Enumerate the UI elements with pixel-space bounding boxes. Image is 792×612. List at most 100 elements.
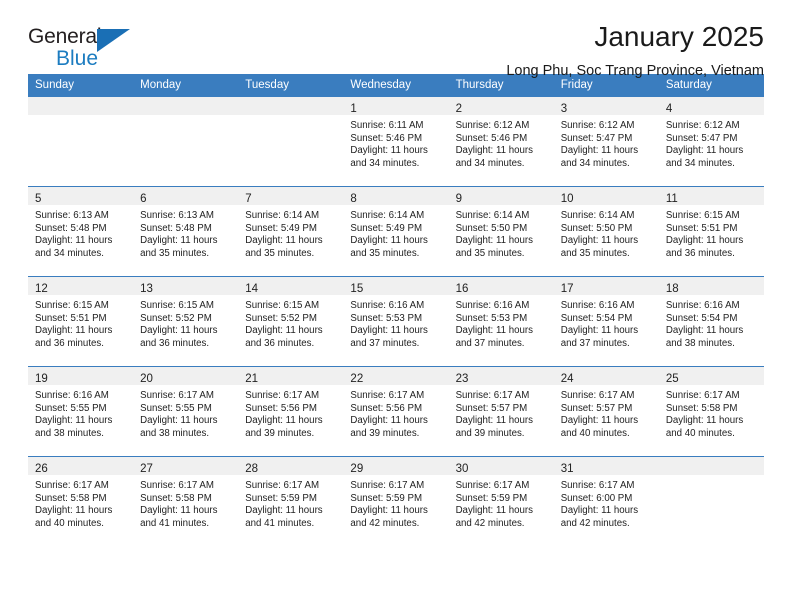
day-cell[interactable]: 15 Sunrise: 6:16 AM Sunset: 5:53 PM Dayligh… (343, 276, 449, 367)
sunset-text: Sunset: 5:54 PM (560, 312, 633, 324)
day-number-band: 26 (28, 457, 134, 475)
day-cell[interactable]: 31 Sunrise: 6:17 AM Sunset: 6:00 PM Dayligh… (553, 456, 659, 547)
daylight-text: Daylight: 11 hours (140, 505, 218, 517)
daylight-text-cont: and 41 minutes. (245, 517, 315, 529)
day-details: Sunrise: 6:14 AM Sunset: 5:49 PM Daylight:… (238, 205, 343, 260)
calendar-grid: Sunday Monday Tuesday Wednesday Thursday Frid… (28, 74, 764, 547)
day-cell[interactable]: 10 Sunrise: 6:14 AM Sunset: 5:50 PM Dayligh… (553, 186, 659, 277)
day-cell[interactable]: 28 Sunrise: 6:17 AM Sunset: 5:59 PM Dayligh… (238, 456, 344, 547)
day-details: Sunrise: 6:16 AM Sunset: 5:53 PM Daylight:… (343, 295, 448, 350)
calendar-page: General Blue January 2025 Long Phu, Soc … (0, 0, 792, 612)
sunrise-text: Sunrise: 6:11 AM (350, 120, 424, 131)
daylight-text: Daylight: 11 hours (245, 505, 323, 517)
day-number: 22 (350, 373, 364, 385)
sunset-text: Sunset: 5:48 PM (35, 222, 107, 234)
day-cell[interactable]: 4 Sunrise: 6:12 AM Sunset: 5:47 PM Daylight… (658, 96, 764, 187)
day-number: 1 (350, 103, 357, 115)
day-details (133, 115, 238, 120)
day-number-band: 16 (448, 277, 554, 295)
sunrise-text: Sunrise: 6:14 AM (245, 210, 320, 221)
day-cell[interactable]: 23 Sunrise: 6:17 AM Sunset: 5:57 PM Dayligh… (448, 366, 554, 457)
daylight-text-cont: and 34 minutes. (35, 247, 104, 259)
daylight-text-cont: and 38 minutes. (35, 427, 104, 439)
day-cell[interactable]: 3 Sunrise: 6:12 AM Sunset: 5:47 PM Daylight… (553, 96, 659, 187)
day-cell[interactable]: 19 Sunrise: 6:16 AM Sunset: 5:55 PM Dayligh… (28, 366, 134, 457)
day-number: 13 (140, 283, 153, 295)
day-number: 7 (245, 193, 252, 205)
day-details: Sunrise: 6:17 AM Sunset: 5:59 PM Daylight:… (449, 475, 554, 530)
day-cell[interactable]: 2 Sunrise: 6:12 AM Sunset: 5:46 PM Daylight… (448, 96, 554, 187)
sunrise-text: Sunrise: 6:15 AM (665, 210, 740, 221)
calendar-week-row: 5 Sunrise: 6:13 AM Sunset: 5:48 PM Daylight… (28, 186, 764, 277)
day-cell[interactable]: 16 Sunrise: 6:16 AM Sunset: 5:53 PM Dayligh… (448, 276, 554, 367)
day-details: Sunrise: 6:16 AM Sunset: 5:55 PM Daylight:… (28, 385, 133, 440)
day-number: 10 (560, 193, 574, 205)
day-cell[interactable]: 8 Sunrise: 6:14 AM Sunset: 5:49 PM Daylight… (343, 186, 449, 277)
day-cell[interactable]: 7 Sunrise: 6:14 AM Sunset: 5:49 PM Daylight… (238, 186, 344, 277)
sunrise-text: Sunrise: 6:15 AM (35, 300, 109, 311)
daylight-text-cont: and 39 minutes. (350, 427, 420, 439)
day-details: Sunrise: 6:17 AM Sunset: 6:00 PM Daylight:… (554, 475, 659, 530)
day-cell[interactable]: 1 Sunrise: 6:11 AM Sunset: 5:46 PM Daylight… (343, 96, 449, 187)
day-cell[interactable]: 18 Sunrise: 6:16 AM Sunset: 5:54 PM Dayligh… (658, 276, 764, 367)
day-details: Sunrise: 6:11 AM Sunset: 5:46 PM Daylight:… (343, 115, 448, 170)
sunset-text: Sunset: 5:52 PM (140, 312, 212, 324)
daylight-text-cont: and 39 minutes. (455, 427, 525, 439)
day-number-band: 15 (343, 277, 449, 295)
day-cell[interactable]: 11 Sunrise: 6:15 AM Sunset: 5:51 PM Dayligh… (658, 186, 764, 277)
day-number: 18 (665, 283, 679, 295)
daylight-text: Daylight: 11 hours (140, 415, 218, 427)
daylight-text: Daylight: 11 hours (245, 415, 323, 427)
calendar-body: 1 Sunrise: 6:11 AM Sunset: 5:46 PM Daylight… (28, 96, 764, 547)
day-number-band: 5 (28, 187, 134, 205)
day-cell[interactable]: 26 Sunrise: 6:17 AM Sunset: 5:58 PM Dayligh… (28, 456, 134, 547)
daylight-text-cont: and 42 minutes. (350, 517, 420, 529)
day-number: 17 (560, 283, 574, 295)
daylight-text: Daylight: 11 hours (665, 325, 744, 337)
day-cell[interactable]: 20 Sunrise: 6:17 AM Sunset: 5:55 PM Dayligh… (133, 366, 239, 457)
daylight-text: Daylight: 11 hours (665, 145, 744, 157)
sunset-text: Sunset: 5:59 PM (455, 492, 528, 504)
daylight-text: Daylight: 11 hours (665, 415, 744, 427)
day-cell[interactable]: 13 Sunrise: 6:15 AM Sunset: 5:52 PM Dayligh… (133, 276, 239, 367)
daylight-text: Daylight: 11 hours (350, 415, 428, 427)
day-cell[interactable]: 27 Sunrise: 6:17 AM Sunset: 5:58 PM Dayligh… (133, 456, 239, 547)
daylight-text-cont: and 34 minutes. (350, 157, 420, 169)
day-number-band: 28 (238, 457, 344, 475)
day-cell[interactable]: 9 Sunrise: 6:14 AM Sunset: 5:50 PM Daylight… (448, 186, 554, 277)
day-number-band: 22 (343, 367, 449, 385)
weekday-header-sunday: Sunday (28, 74, 134, 97)
day-details: Sunrise: 6:13 AM Sunset: 5:48 PM Daylight:… (133, 205, 238, 260)
day-details: Sunrise: 6:17 AM Sunset: 5:59 PM Daylight:… (343, 475, 448, 530)
day-cell[interactable]: 24 Sunrise: 6:17 AM Sunset: 5:57 PM Dayligh… (553, 366, 659, 457)
day-cell[interactable]: 5 Sunrise: 6:13 AM Sunset: 5:48 PM Daylight… (28, 186, 134, 277)
daylight-text-cont: and 42 minutes. (560, 517, 630, 529)
day-details: Sunrise: 6:12 AM Sunset: 5:46 PM Daylight:… (449, 115, 554, 170)
day-cell[interactable]: 22 Sunrise: 6:17 AM Sunset: 5:56 PM Dayligh… (343, 366, 449, 457)
daylight-text: Daylight: 11 hours (455, 415, 533, 427)
daylight-text-cont: and 36 minutes. (245, 337, 315, 349)
day-number: 27 (140, 463, 153, 475)
day-number: 24 (560, 373, 574, 385)
daylight-text-cont: and 40 minutes. (665, 427, 735, 439)
brand-logo[interactable]: General Blue (28, 26, 148, 72)
sunrise-text: Sunrise: 6:17 AM (245, 390, 320, 401)
day-cell[interactable]: 12 Sunrise: 6:15 AM Sunset: 5:51 PM Dayligh… (28, 276, 134, 367)
day-cell[interactable]: 21 Sunrise: 6:17 AM Sunset: 5:56 PM Dayligh… (238, 366, 344, 457)
day-cell[interactable]: 30 Sunrise: 6:17 AM Sunset: 5:59 PM Dayligh… (448, 456, 554, 547)
sunrise-text: Sunrise: 6:17 AM (560, 390, 635, 401)
day-cell[interactable]: 29 Sunrise: 6:17 AM Sunset: 5:59 PM Dayligh… (343, 456, 449, 547)
sunset-text: Sunset: 5:53 PM (350, 312, 423, 324)
day-cell[interactable]: 14 Sunrise: 6:15 AM Sunset: 5:52 PM Dayligh… (238, 276, 344, 367)
day-number: 6 (140, 193, 147, 205)
daylight-text: Daylight: 11 hours (35, 505, 113, 517)
day-cell[interactable]: 25 Sunrise: 6:17 AM Sunset: 5:58 PM Dayligh… (658, 366, 764, 457)
day-number: 16 (455, 283, 469, 295)
daylight-text: Daylight: 11 hours (455, 505, 533, 517)
sunset-text: Sunset: 5:55 PM (140, 402, 212, 414)
day-cell[interactable]: 6 Sunrise: 6:13 AM Sunset: 5:48 PM Daylight… (133, 186, 239, 277)
day-cell[interactable]: 17 Sunrise: 6:16 AM Sunset: 5:54 PM Dayligh… (553, 276, 659, 367)
sunset-text: Sunset: 5:59 PM (350, 492, 423, 504)
day-details: Sunrise: 6:14 AM Sunset: 5:49 PM Daylight:… (343, 205, 448, 260)
day-number: 21 (245, 373, 259, 385)
